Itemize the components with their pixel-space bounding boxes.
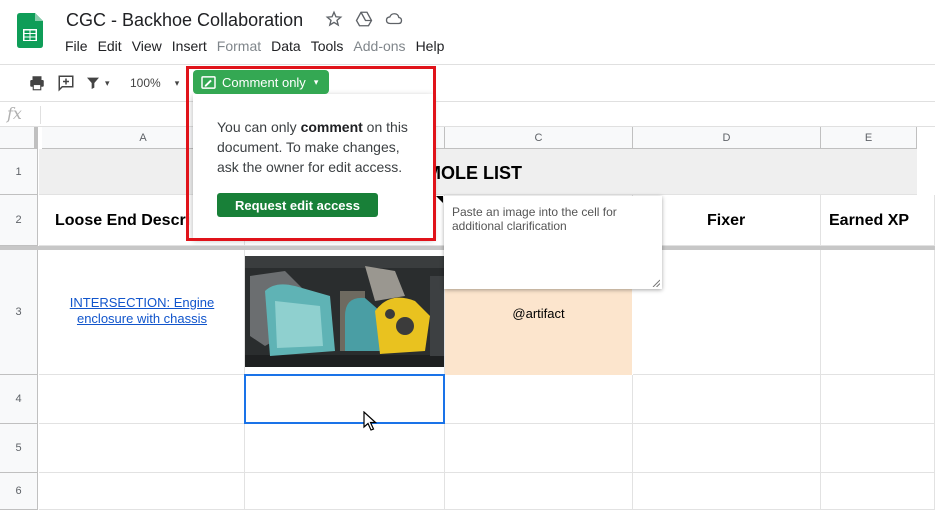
zoom-select[interactable]: 100% ▾ <box>130 73 179 93</box>
cell-b5[interactable] <box>245 424 445 473</box>
cell-d6[interactable] <box>633 473 821 510</box>
menu-file[interactable]: File <box>60 38 93 54</box>
print-icon[interactable] <box>28 73 46 93</box>
cloud-status-icon[interactable] <box>385 10 403 28</box>
move-to-drive-icon[interactable] <box>355 10 373 28</box>
insert-comment-icon[interactable] <box>57 73 75 93</box>
row-header-3[interactable]: 3 <box>0 250 38 375</box>
cell-a4[interactable] <box>39 375 245 424</box>
menu-data[interactable]: Data <box>266 38 306 54</box>
resize-handle-icon[interactable] <box>652 279 660 287</box>
header-earned-xp: Earned XP <box>829 212 910 229</box>
highlight-annotation-box <box>186 66 436 241</box>
column-header-c[interactable]: C <box>445 127 633 149</box>
document-title[interactable]: CGC - Backhoe Collaboration <box>66 10 303 31</box>
title-cell-text: MOLE LIST <box>426 163 522 183</box>
spreadsheet-grid: A B C D E 1 2 3 4 5 6 MOLE LIST Loose En… <box>0 127 935 510</box>
cell-e6[interactable] <box>821 473 935 510</box>
column-header-e[interactable]: E <box>821 127 917 149</box>
selected-cell-b4[interactable] <box>244 374 445 424</box>
cell-b6[interactable] <box>245 473 445 510</box>
note-text: Paste an image into the cell for additio… <box>452 205 617 233</box>
star-icon[interactable] <box>325 10 343 28</box>
zoom-value: 100% <box>130 76 161 90</box>
menu-add-ons: Add-ons <box>353 38 406 54</box>
row-header-6[interactable]: 6 <box>0 473 38 510</box>
cell-d4[interactable] <box>633 375 821 424</box>
row-header-2[interactable]: 2 <box>0 195 38 246</box>
note-indicator <box>436 196 443 203</box>
sheets-logo-icon[interactable] <box>17 13 43 48</box>
cell-e5[interactable] <box>821 424 935 473</box>
header-loose-end: Loose End Descri <box>55 212 191 229</box>
row-header-5[interactable]: 5 <box>0 424 38 473</box>
row-header-1[interactable]: 1 <box>0 149 38 195</box>
sheets-app: CGC - Backhoe Collaboration File Edit Vi… <box>0 0 935 510</box>
header-fixer: Fixer <box>707 212 746 229</box>
cell-d5[interactable] <box>633 424 821 473</box>
cell-c4[interactable] <box>445 375 633 424</box>
cell-e3[interactable] <box>821 250 935 375</box>
divider <box>40 106 41 124</box>
cell-note[interactable]: Paste an image into the cell for additio… <box>444 196 662 289</box>
filter-icon[interactable]: ▾ <box>85 73 110 93</box>
cell-a5[interactable] <box>39 424 245 473</box>
menu-edit[interactable]: Edit <box>93 38 127 54</box>
intersection-link[interactable]: INTERSECTION: Engine enclosure with chas… <box>40 295 244 327</box>
select-all-corner[interactable] <box>0 127 38 149</box>
menu-insert[interactable]: Insert <box>167 38 212 54</box>
menu-help[interactable]: Help <box>411 38 450 54</box>
toolbar: ▾ 100% ▾ <box>0 64 935 100</box>
row-header-4[interactable]: 4 <box>0 375 38 424</box>
menu-tools[interactable]: Tools <box>306 38 349 54</box>
cell-e4[interactable] <box>821 375 935 424</box>
mouse-cursor-icon <box>363 411 377 431</box>
backhoe-screenshot-image[interactable] <box>245 256 444 367</box>
menu-bar: File Edit View Insert Format Data Tools … <box>60 38 449 54</box>
cell-a6[interactable] <box>39 473 245 510</box>
cell-c5[interactable] <box>445 424 633 473</box>
column-header-d[interactable]: D <box>633 127 821 149</box>
menu-view[interactable]: View <box>127 38 167 54</box>
formula-bar: fx <box>0 101 935 127</box>
cell-c6[interactable] <box>445 473 633 510</box>
chevron-down-icon: ▾ <box>174 77 180 88</box>
fx-icon: fx <box>7 104 22 123</box>
menu-format: Format <box>216 38 262 54</box>
